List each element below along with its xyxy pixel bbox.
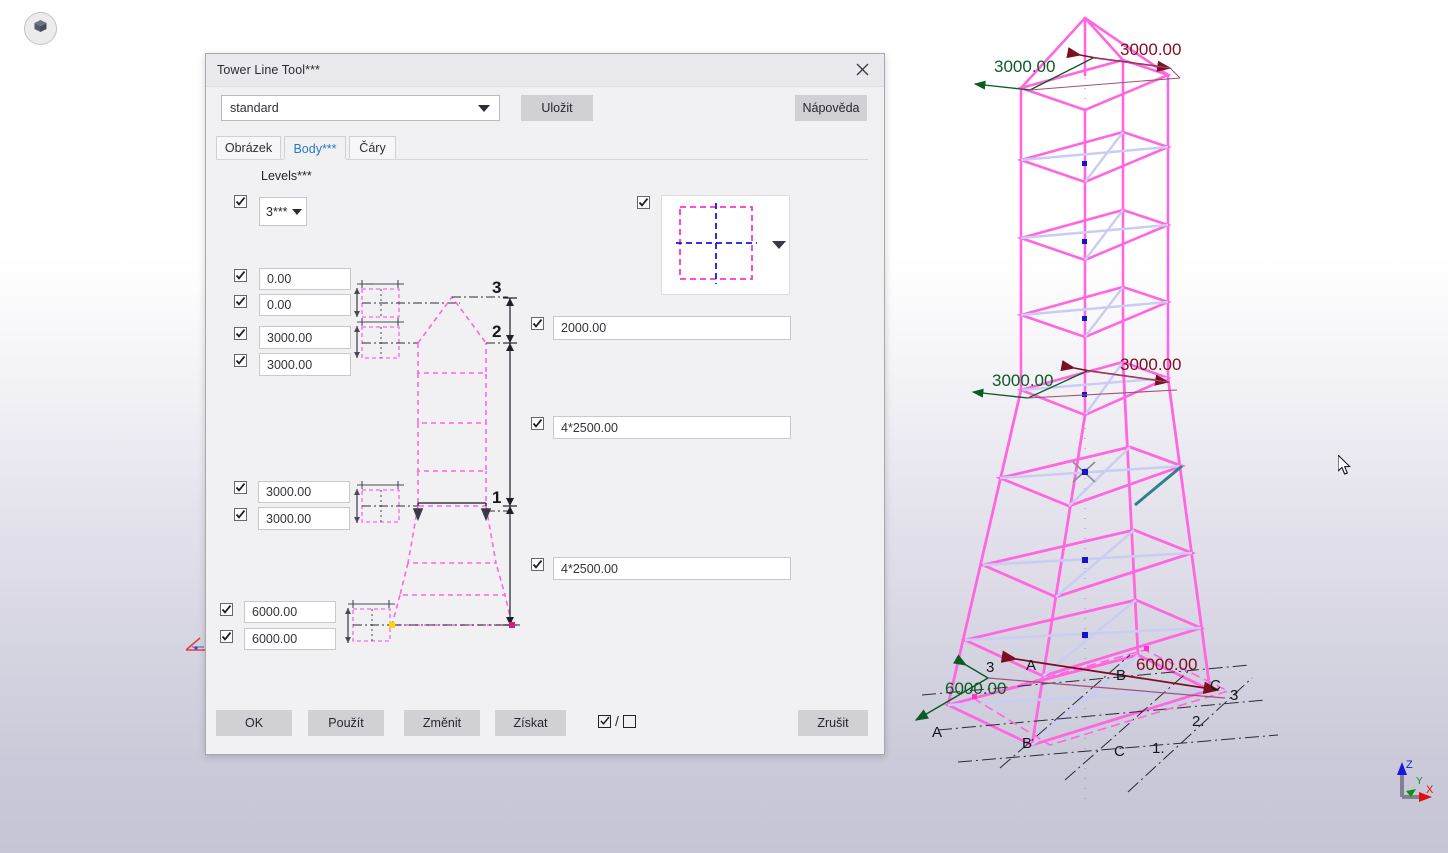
right-field-2[interactable]: [553, 416, 791, 439]
left-field-checkbox-2[interactable]: [234, 295, 247, 308]
levels-label: Levels***: [261, 169, 312, 183]
dim-label-mid-y: 3000.00: [992, 371, 1053, 390]
left-field-checkbox-4[interactable]: [234, 354, 247, 367]
tab-body[interactable]: Body***: [284, 136, 346, 160]
dim-label-top-x: 3000.00: [1120, 40, 1181, 59]
dim-label-mid-x: 3000.00: [1120, 355, 1181, 374]
right-field-3[interactable]: [553, 557, 791, 580]
section-shape-checkbox[interactable]: [637, 196, 650, 209]
levels-count-value: 3***: [266, 204, 288, 219]
cube-icon: [32, 18, 49, 40]
chevron-down-icon: [478, 104, 490, 112]
tab-bar: Obrázek Body*** Čáry: [216, 136, 868, 160]
levels-count-checkbox[interactable]: [234, 195, 247, 208]
preset-select-value: standard: [230, 101, 279, 115]
right-field-checkbox-2[interactable]: [531, 417, 544, 430]
save-button[interactable]: Uložit: [521, 95, 593, 121]
left-field-6[interactable]: [258, 507, 350, 530]
grid-label-A-top: A: [1026, 657, 1036, 674]
left-field-1[interactable]: [259, 268, 351, 290]
right-field-checkbox-1[interactable]: [531, 317, 544, 330]
grid-label-3a: 3: [986, 659, 994, 676]
right-field-1[interactable]: [553, 316, 791, 340]
tower-3d-viewport[interactable]: 3000.00 3000.00 3000.00 3000.00 6000.00 …: [880, 0, 1448, 853]
mouse-cursor: [1337, 453, 1352, 476]
help-button[interactable]: Nápověda: [795, 95, 867, 121]
levels-count-select[interactable]: 3***: [259, 197, 307, 226]
tower-schematic-diagram: 3 2 1: [340, 275, 530, 655]
chevron-down-icon: [291, 208, 302, 215]
close-icon[interactable]: [840, 54, 884, 85]
right-field-checkbox-3[interactable]: [531, 558, 544, 571]
check-all-icon[interactable]: [598, 714, 611, 728]
section-shape-preview[interactable]: [661, 195, 790, 295]
section-shape-dropdown-arrow[interactable]: [772, 241, 786, 249]
toggle-separator: /: [615, 713, 619, 729]
schematic-level-2: 2: [492, 322, 501, 341]
left-field-checkbox-1[interactable]: [234, 269, 247, 282]
uncheck-all-icon[interactable]: [622, 714, 636, 728]
preset-row: standard Uložit Nápověda: [221, 95, 867, 121]
schematic-level-3: 3: [492, 278, 501, 297]
ok-button[interactable]: OK: [216, 710, 292, 736]
grid-label-1: 1.: [1152, 740, 1165, 757]
left-field-3[interactable]: [259, 326, 351, 349]
preset-select[interactable]: standard: [221, 95, 500, 121]
schematic-level-1: 1: [492, 488, 501, 507]
grid-label-C-top: C: [1210, 677, 1221, 694]
change-button[interactable]: Změnit: [404, 710, 480, 736]
active-tab-gap: [284, 159, 346, 160]
dim-label-base-x: 6000.00: [1136, 655, 1197, 674]
tab-obrazek[interactable]: Obrázek: [216, 136, 281, 159]
left-field-4[interactable]: [259, 353, 351, 376]
left-field-8[interactable]: [244, 628, 336, 650]
cancel-button[interactable]: Zrušit: [798, 710, 868, 736]
dialog-titlebar: Tower Line Tool***: [206, 54, 884, 87]
left-field-checkbox-7[interactable]: [220, 603, 233, 616]
svg-text:X: X: [1426, 784, 1434, 796]
svg-text:Z: Z: [1406, 759, 1413, 771]
tab-cary[interactable]: Čáry: [349, 136, 396, 159]
svg-text:Y: Y: [1416, 776, 1423, 787]
left-field-checkbox-3[interactable]: [234, 327, 247, 340]
left-field-2[interactable]: [259, 294, 351, 316]
check-uncheck-all-toggle[interactable]: /: [598, 713, 636, 729]
dim-label-base-y: 6000.00: [945, 679, 1006, 698]
apply-button[interactable]: Použít: [308, 710, 384, 736]
left-field-checkbox-5[interactable]: [234, 481, 247, 494]
dialog-button-row: OK Použít Změnit Získat / Zrušit: [216, 710, 868, 736]
get-button[interactable]: Získat: [495, 710, 566, 736]
tower-model: 3000.00 3000.00 3000.00 3000.00 6000.00 …: [914, 16, 1279, 800]
left-field-7[interactable]: [244, 601, 336, 623]
grid-label-A-bot: A: [932, 724, 942, 741]
left-field-5[interactable]: [258, 481, 350, 503]
grid-label-B-bot: B: [1022, 735, 1032, 752]
grid-label-C-bot: C: [1114, 743, 1125, 760]
dialog-title: Tower Line Tool***: [217, 63, 321, 77]
grid-label-2: 2.: [1192, 713, 1205, 730]
dim-label-top-y: 3000.00: [994, 57, 1055, 76]
left-field-checkbox-8[interactable]: [220, 630, 233, 643]
axis-orientation-indicator: Z X Y: [1386, 757, 1438, 807]
left-field-checkbox-6[interactable]: [234, 508, 247, 521]
view-cube-button[interactable]: [24, 12, 57, 45]
grid-label-B-top: B: [1116, 667, 1126, 684]
grid-label-3b: 3: [1230, 687, 1238, 704]
